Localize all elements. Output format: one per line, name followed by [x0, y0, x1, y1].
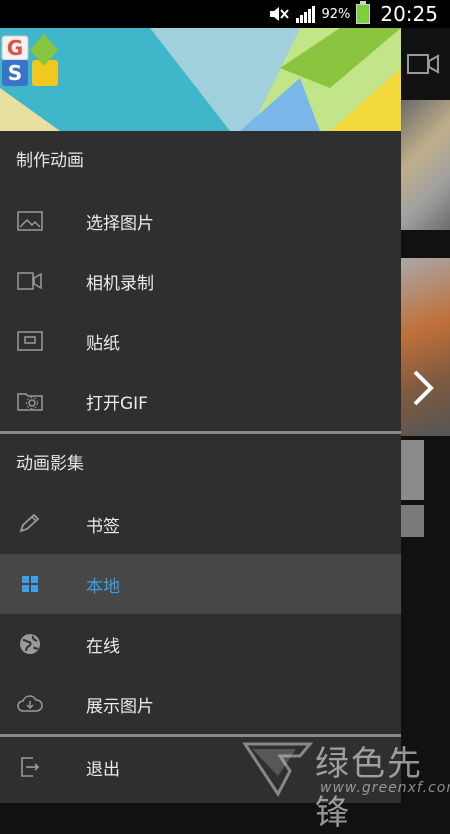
menu-item-label: 在线 — [86, 636, 120, 657]
folder-gear-icon — [16, 389, 44, 413]
chevron-right-icon[interactable] — [409, 368, 437, 408]
globe-icon — [16, 632, 44, 656]
menu-item-local[interactable]: 本地 — [0, 554, 401, 614]
watermark: 绿色先锋 www.greenxf.com — [240, 716, 450, 833]
exit-icon — [16, 755, 44, 779]
signal-icon — [296, 5, 316, 23]
header-banner — [0, 28, 401, 131]
gallery-thumbnail[interactable] — [401, 440, 424, 500]
menu-item-label: 选择图片 — [86, 213, 154, 234]
menu-item-label: 贴纸 — [86, 333, 120, 354]
menu-item-label: 展示图片 — [86, 696, 154, 717]
sticker-icon — [16, 329, 44, 353]
svg-text:S: S — [8, 61, 22, 85]
svg-text:G: G — [7, 36, 23, 60]
section-title-animation-album: 动画影集 — [16, 454, 84, 474]
menu-item-label: 书签 — [86, 516, 120, 537]
menu-item-online[interactable]: 在线 — [0, 614, 401, 674]
watermark-url: www.greenxf.com — [320, 780, 450, 796]
image-icon — [16, 209, 44, 233]
menu-item-label: 打开GIF — [86, 393, 148, 414]
navigation-drawer: G S 制作动画 选择图片 相机录制 贴纸 打开GIF 动画影集 书签 本地 在… — [0, 28, 401, 803]
menu-item-bookmark[interactable]: 书签 — [0, 494, 401, 554]
battery-percent: 92% — [321, 6, 351, 22]
menu-item-sticker[interactable]: 贴纸 — [0, 311, 401, 371]
cloud-download-icon — [16, 692, 44, 716]
pencil-icon — [16, 512, 44, 536]
battery-icon — [356, 1, 371, 24]
menu-item-label: 退出 — [86, 759, 120, 780]
gallery-thumbnail[interactable] — [401, 100, 450, 230]
menu-item-label: 本地 — [86, 576, 120, 597]
menu-item-label: 相机录制 — [86, 273, 154, 294]
clock: 20:25 — [380, 2, 438, 26]
mute-icon — [270, 7, 290, 21]
drawer-header: G S — [0, 28, 401, 131]
video-camera-icon — [16, 269, 44, 293]
app-logo: G S — [1, 34, 58, 86]
gallery-thumbnail[interactable] — [401, 258, 450, 436]
menu-item-open-gif[interactable]: 打开GIF — [0, 371, 401, 431]
video-camera-icon[interactable] — [406, 52, 440, 76]
menu-item-camera-record[interactable]: 相机录制 — [0, 251, 401, 311]
grid-icon — [16, 572, 44, 596]
section-title-make-animation: 制作动画 — [16, 151, 84, 171]
menu-item-select-image[interactable]: 选择图片 — [0, 191, 401, 251]
status-bar: 92% 20:25 — [0, 0, 450, 28]
gallery-thumbnail[interactable] — [401, 505, 424, 537]
